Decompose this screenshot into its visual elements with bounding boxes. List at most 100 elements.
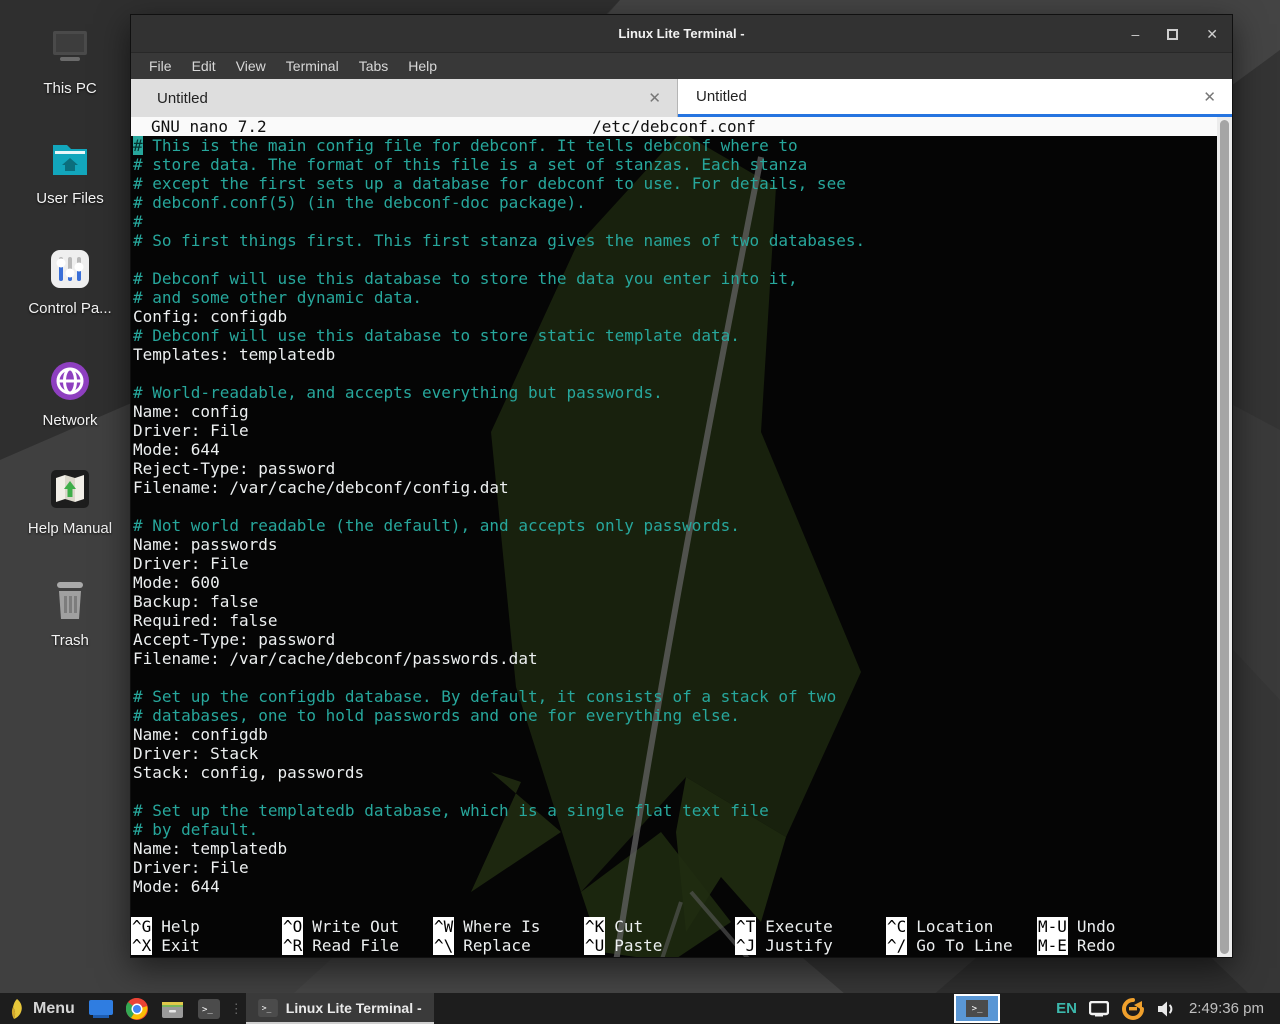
terminal-task-icon: >_ bbox=[258, 999, 278, 1017]
shortcut-label: Location bbox=[916, 917, 993, 936]
nano-titlebar: GNU nano 7.2 /etc/debconf.conf bbox=[131, 117, 1217, 136]
menu-edit[interactable]: Edit bbox=[182, 56, 226, 76]
shortcut-label: Read File bbox=[312, 936, 399, 955]
terminal-line: # This is the main config file for debco… bbox=[131, 136, 1217, 155]
nano-shortcut: ^WWhere Is bbox=[433, 917, 584, 936]
menu-view[interactable]: View bbox=[226, 56, 276, 76]
terminal-line: # bbox=[131, 212, 1217, 231]
start-menu-button[interactable]: Menu bbox=[0, 993, 83, 1024]
nano-shortcut-bar: ^GHelp^OWrite Out^WWhere Is^KCut^TExecut… bbox=[131, 917, 1217, 955]
desktop-icon-control-panel[interactable]: Control Pa... bbox=[14, 246, 126, 317]
terminal-line bbox=[131, 497, 1217, 516]
display-tray-icon[interactable] bbox=[1089, 1001, 1109, 1017]
file-manager-icon[interactable] bbox=[161, 997, 185, 1021]
terminal-line: # debconf.conf(5) (in the debconf-doc pa… bbox=[131, 193, 1217, 212]
window-titlebar[interactable]: Linux Lite Terminal - – □ ✕ bbox=[131, 15, 1232, 53]
terminal-line: # databases, one to hold passwords and o… bbox=[131, 706, 1217, 725]
nano-shortcut: M-UUndo bbox=[1037, 917, 1188, 936]
terminal-launcher-icon[interactable]: >_ bbox=[197, 997, 221, 1021]
linux-lite-logo-icon bbox=[8, 998, 25, 1020]
terminal-line: # Debconf will use this database to stor… bbox=[131, 326, 1217, 345]
terminal-content[interactable]: GNU nano 7.2 /etc/debconf.conf # This is… bbox=[131, 117, 1232, 957]
updates-tray-icon[interactable] bbox=[1121, 997, 1145, 1021]
desktop-pager-icon[interactable] bbox=[89, 997, 113, 1021]
terminal-line: # and some other dynamic data. bbox=[131, 288, 1217, 307]
terminal-line: # Not world readable (the default), and … bbox=[131, 516, 1217, 535]
this-pc-icon bbox=[14, 26, 126, 72]
close-button[interactable]: ✕ bbox=[1206, 27, 1218, 41]
nano-shortcut: ^RRead File bbox=[282, 936, 433, 955]
tab-close-icon[interactable]: ✕ bbox=[648, 89, 661, 107]
shortcut-key: ^\ bbox=[433, 936, 454, 955]
shortcut-key: ^O bbox=[282, 917, 303, 936]
maximize-button[interactable]: □ bbox=[1167, 29, 1178, 40]
terminal-line: Driver: File bbox=[131, 554, 1217, 573]
manual-map-icon bbox=[14, 466, 126, 512]
clock[interactable]: 2:49:36 pm bbox=[1189, 1000, 1264, 1017]
desktop-icon-label: Network bbox=[14, 412, 126, 429]
menu-file[interactable]: File bbox=[139, 56, 182, 76]
volume-tray-icon[interactable] bbox=[1157, 1000, 1177, 1018]
shortcut-key: ^J bbox=[735, 936, 756, 955]
terminal-line bbox=[131, 364, 1217, 383]
terminal-line: # store data. The format of this file is… bbox=[131, 155, 1217, 174]
tab-untitled-1[interactable]: Untitled ✕ bbox=[131, 79, 678, 117]
chrome-browser-icon[interactable] bbox=[125, 997, 149, 1021]
shortcut-label: Go To Line bbox=[916, 936, 1012, 955]
desktop-icon-network[interactable]: Network bbox=[14, 358, 126, 429]
terminal-line: Mode: 644 bbox=[131, 877, 1217, 896]
shortcut-key: ^G bbox=[131, 917, 152, 936]
terminal-line: Name: config bbox=[131, 402, 1217, 421]
minimize-button[interactable]: – bbox=[1131, 27, 1139, 41]
nano-shortcut: ^TExecute bbox=[735, 917, 886, 936]
text-cursor: # bbox=[133, 136, 143, 155]
sliders-icon bbox=[14, 246, 126, 292]
terminal-line: Stack: config, passwords bbox=[131, 763, 1217, 782]
desktop-icon-trash[interactable]: Trash bbox=[14, 578, 126, 649]
desktop-icon-help-manual[interactable]: Help Manual bbox=[14, 466, 126, 537]
menu-bar: File Edit View Terminal Tabs Help bbox=[131, 53, 1232, 79]
nano-shortcut: ^\Replace bbox=[433, 936, 584, 955]
globe-icon bbox=[14, 358, 126, 404]
desktop-icon-this-pc[interactable]: This PC bbox=[14, 26, 126, 97]
scrollbar[interactable] bbox=[1217, 117, 1232, 957]
system-tray: EN 2:49:36 pm bbox=[1056, 997, 1268, 1021]
scrollbar-thumb[interactable] bbox=[1220, 120, 1229, 954]
shortcut-key: ^C bbox=[886, 917, 907, 936]
terminal-line bbox=[131, 782, 1217, 801]
shortcut-key: M-U bbox=[1037, 917, 1068, 936]
trash-icon bbox=[14, 578, 126, 624]
tab-close-icon[interactable]: ✕ bbox=[1203, 88, 1216, 106]
desktop-icon-label: This PC bbox=[14, 80, 126, 97]
nano-shortcut: ^UPaste bbox=[584, 936, 735, 955]
menu-terminal[interactable]: Terminal bbox=[276, 56, 349, 76]
terminal-line: Name: configdb bbox=[131, 725, 1217, 744]
terminal-line: # Set up the templatedb database, which … bbox=[131, 801, 1217, 820]
nano-shortcut: ^GHelp bbox=[131, 917, 282, 936]
terminal-tray-icon: >_ bbox=[966, 1000, 988, 1017]
terminal-line: Backup: false bbox=[131, 592, 1217, 611]
shortcut-label: Exit bbox=[161, 936, 200, 955]
terminal-line bbox=[131, 250, 1217, 269]
task-label: Linux Lite Terminal - bbox=[286, 1000, 422, 1016]
tab-untitled-2[interactable]: Untitled ✕ bbox=[678, 79, 1232, 117]
nano-filename: /etc/debconf.conf bbox=[131, 117, 1217, 136]
nano-shortcut: ^/Go To Line bbox=[886, 936, 1037, 955]
nano-buffer[interactable]: # This is the main config file for debco… bbox=[131, 136, 1217, 896]
taskbar-task-terminal[interactable]: >_ Linux Lite Terminal - bbox=[246, 993, 434, 1024]
nano-shortcut: ^KCut bbox=[584, 917, 735, 936]
terminal-line: # Debconf will use this database to stor… bbox=[131, 269, 1217, 288]
shortcut-key: M-E bbox=[1037, 936, 1068, 955]
menu-tabs[interactable]: Tabs bbox=[349, 56, 399, 76]
keyboard-layout-indicator[interactable]: EN bbox=[1056, 1000, 1077, 1017]
shortcut-label: Justify bbox=[765, 936, 832, 955]
nano-shortcut: ^XExit bbox=[131, 936, 282, 955]
menu-help[interactable]: Help bbox=[398, 56, 447, 76]
terminal-line: Driver: File bbox=[131, 421, 1217, 440]
shortcut-key: ^W bbox=[433, 917, 454, 936]
terminal-line: Filename: /var/cache/debconf/config.dat bbox=[131, 478, 1217, 497]
tab-label: Untitled bbox=[696, 88, 747, 105]
desktop-icon-label: User Files bbox=[14, 190, 126, 207]
desktop-icon-user-files[interactable]: User Files bbox=[14, 136, 126, 207]
tray-terminal-indicator[interactable]: >_ bbox=[954, 994, 1000, 1023]
